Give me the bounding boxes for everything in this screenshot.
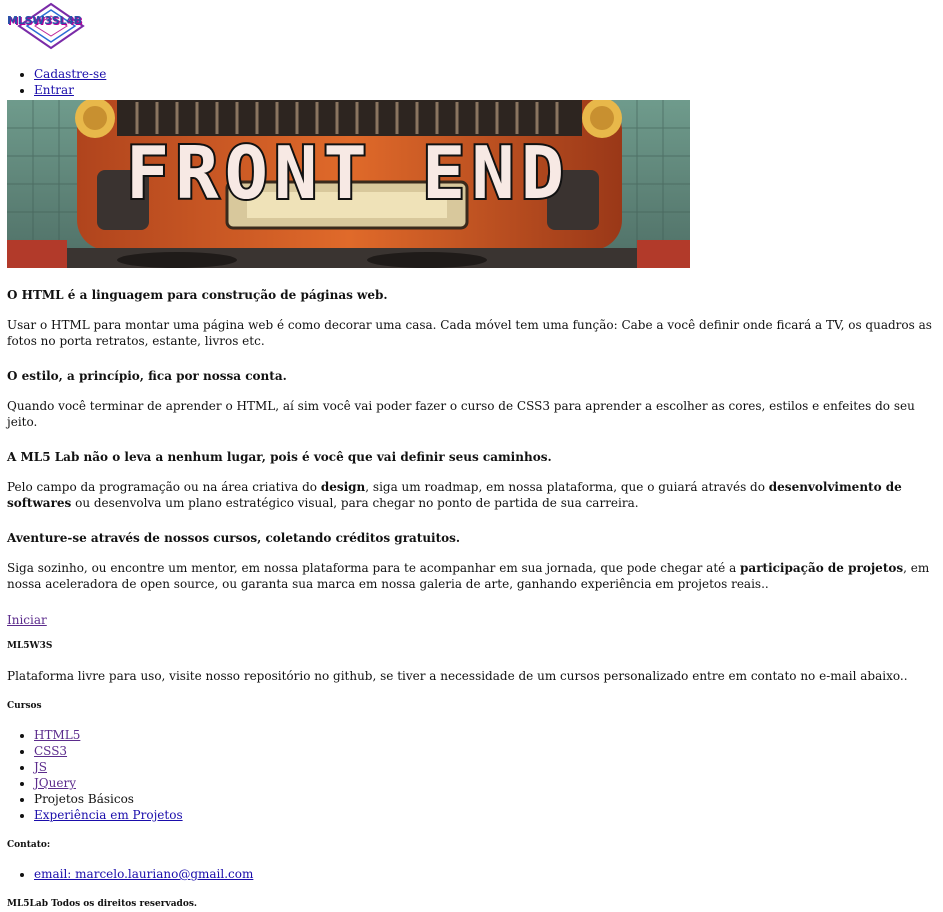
courses-heading: Cursos [7,701,42,711]
course-link-project-experience[interactable]: Experiência em Projetos [34,808,183,822]
section-2-text: Quando você terminar de aprender o HTML,… [7,399,915,429]
login-link[interactable]: Entrar [34,83,74,97]
site-logo[interactable]: MLSW3SL4B [7,2,95,50]
course-link-js[interactable]: JS [34,760,47,774]
course-link-jquery[interactable]: JQuery [34,776,76,790]
section-2-heading: O estilo, a princípio, fica por nossa co… [7,369,287,383]
contact-email-link[interactable]: email: marcelo.lauriano@gmail.com [34,867,253,881]
hero-title: FRONT END [126,131,570,215]
section-3-text-a: Pelo campo da programação ou na área cri… [7,480,321,494]
copyright: ML5Lab Todos os direitos reservados. [7,899,198,909]
contact-list: email: marcelo.lauriano@gmail.com [7,866,936,882]
course-item: CSS3 [34,743,936,759]
section-4-heading: Aventure-se através de nossos cursos, co… [7,531,461,545]
section-3-text-b: , siga um roadmap, em nossa plataforma, … [365,480,769,494]
course-item: Experiência em Projetos [34,807,936,823]
nav-item-signup: Cadastre-se [34,66,936,82]
hero-banner: FRONT END [7,100,690,268]
signup-link[interactable]: Cadastre-se [34,67,106,81]
projects-emphasis: participação de projetos [740,561,904,575]
footer-brand: ML5W3S [7,641,53,651]
nav-item-login: Entrar [34,82,936,98]
course-item: JS [34,759,936,775]
course-item: Projetos Básicos [34,791,936,807]
course-link-css3[interactable]: CSS3 [34,744,67,758]
logo-text: MLSW3SL4B [7,14,82,27]
footer-about: Plataforma livre para uso, visite nosso … [7,669,908,683]
section-4-text: Siga sozinho, ou encontre um mentor, em … [7,560,936,592]
section-3-text-c: ou desenvolva um plano estratégico visua… [71,496,639,510]
section-1-heading: O HTML é a linguagem para construção de … [7,288,388,302]
contact-heading: Contato: [7,840,51,850]
contact-item: email: marcelo.lauriano@gmail.com [34,866,936,882]
design-emphasis: design [320,480,366,494]
course-item: JQuery [34,775,936,791]
start-link[interactable]: Iniciar [7,613,47,627]
course-link-html5[interactable]: HTML5 [34,728,80,742]
section-1-text: Usar o HTML para montar uma página web é… [7,318,932,348]
section-4-text-a: Siga sozinho, ou encontre um mentor, em … [7,561,741,575]
section-3-heading: A ML5 Lab não o leva a nenhum lugar, poi… [7,450,552,464]
section-3-text: Pelo campo da programação ou na área cri… [7,479,936,511]
course-basic-projects: Projetos Básicos [34,792,134,806]
course-item: HTML5 [34,727,936,743]
header-nav: Cadastre-se Entrar [7,66,936,98]
courses-list: HTML5 CSS3 JS JQuery Projetos Básicos Ex… [7,727,936,823]
